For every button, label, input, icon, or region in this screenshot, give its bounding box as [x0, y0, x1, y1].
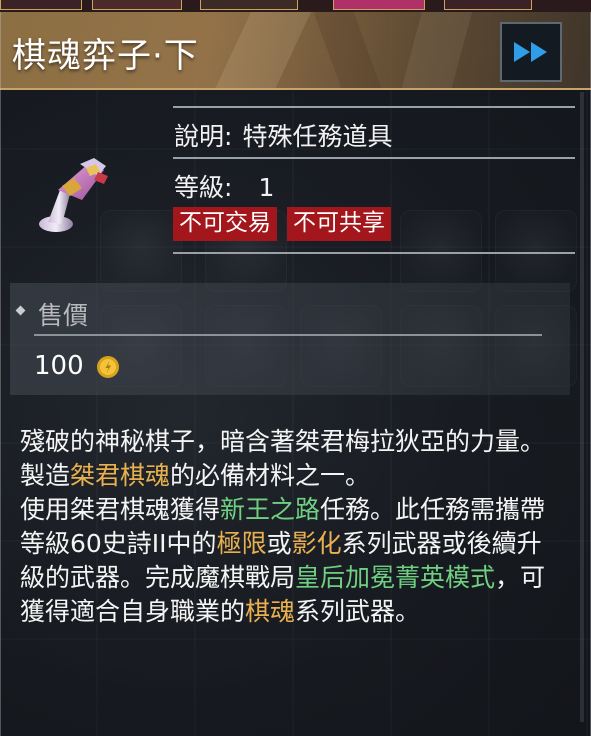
info-divider-mid — [173, 157, 575, 159]
header-decoration — [395, 12, 475, 88]
price-divider — [34, 334, 542, 336]
description-row: 說明: 特殊任務道具 — [174, 117, 392, 153]
highlight-link[interactable]: 皇后加冕菁英模式 — [295, 563, 495, 592]
header-decoration — [204, 12, 316, 88]
restriction-tags: 不可交易 不可共享 — [173, 207, 391, 241]
price-label: 售價 — [38, 301, 89, 330]
inventory-slot[interactable] — [333, 0, 425, 10]
next-button[interactable] — [500, 22, 562, 82]
highlight-link[interactable]: 桀君棋魂 — [70, 461, 170, 490]
description-paragraph: 殘破的神秘棋子，暗含著桀君梅拉狄亞的力量。 — [20, 427, 546, 456]
item-tooltip: 棋魂弈子·下 說明: 特殊任務道具 等級: 1 不可交易 不可共享 售價 100… — [0, 0, 591, 736]
highlight-link[interactable]: 棋魂 — [245, 597, 295, 626]
description-paragraph: 製造桀君棋魂的必備材料之一。 — [20, 459, 565, 493]
info-divider-top — [173, 106, 575, 108]
status-badge: 不可交易 — [173, 207, 277, 241]
inventory-slot[interactable] — [444, 0, 532, 10]
status-badge: 不可共享 — [287, 207, 391, 241]
tooltip-header: 棋魂弈子·下 — [0, 12, 591, 90]
item-title: 棋魂弈子·下 — [12, 36, 199, 76]
price-value: 100 — [34, 351, 84, 381]
inventory-slot[interactable] — [92, 0, 182, 10]
fast-forward-icon — [514, 42, 547, 62]
gold-coin-icon — [97, 356, 119, 378]
highlight-link[interactable]: 影化 — [292, 529, 342, 558]
scrollbar[interactable] — [580, 92, 584, 722]
description-label: 說明: — [174, 122, 233, 151]
board-tile — [100, 210, 182, 292]
description-text: 的必備材料之一。 — [170, 461, 371, 490]
description-text: 製造 — [20, 461, 71, 490]
inventory-slot[interactable] — [0, 0, 82, 10]
description-text: 或 — [266, 529, 292, 558]
info-divider-bottom — [173, 252, 575, 254]
header-decoration — [309, 12, 391, 88]
board-tile — [495, 210, 577, 292]
price-panel — [10, 283, 570, 395]
level-row: 等級: 1 — [174, 168, 274, 204]
highlight-link[interactable]: 極限 — [217, 529, 267, 558]
level-value: 1 — [258, 173, 275, 202]
description-text: 使用桀君棋魂獲得 — [20, 495, 221, 524]
inventory-strip — [0, 0, 591, 12]
inventory-slot[interactable] — [200, 0, 298, 10]
highlight-link[interactable]: 新王之路 — [220, 495, 320, 524]
description-text: 系列武器。 — [295, 597, 421, 626]
item-description: 殘破的神秘棋子，暗含著桀君梅拉狄亞的力量。 製造桀君棋魂的必備材料之一。 使用桀… — [20, 425, 565, 629]
board-tile — [400, 210, 482, 292]
description-value: 特殊任務道具 — [242, 122, 393, 151]
description-paragraph: 使用桀君棋魂獲得新王之路任務。此任務需攜帶等級60史詩II中的極限或影化系列武器… — [20, 493, 565, 629]
chess-piece-icon — [39, 158, 108, 232]
level-label: 等級: — [174, 173, 233, 202]
